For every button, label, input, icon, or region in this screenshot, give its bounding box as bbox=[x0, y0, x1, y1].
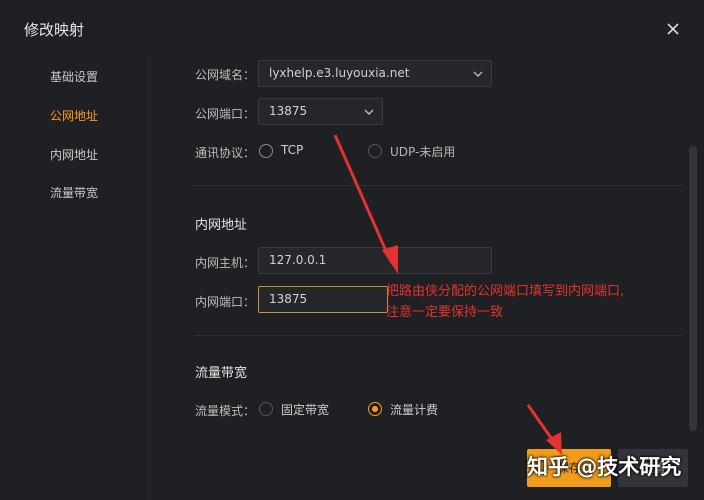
protocol-option-udp[interactable]: UDP-未启用 bbox=[368, 142, 478, 160]
protocol-option-udp-label: UDP-未启用 bbox=[390, 145, 456, 159]
protocol-option-tcp[interactable]: TCP bbox=[259, 142, 329, 160]
close-icon bbox=[667, 23, 679, 35]
radio-traffic-billing[interactable] bbox=[368, 402, 382, 416]
public-port-select[interactable]: 13875 bbox=[258, 98, 383, 125]
public-domain-select[interactable]: lyxhelp.e3.luyouxia.net bbox=[258, 60, 492, 87]
public-port-value: 13875 bbox=[269, 104, 308, 118]
chevron-down-icon bbox=[364, 107, 374, 117]
dialog-titlebar: 修改映射 bbox=[0, 0, 704, 58]
scrollbar-thumb[interactable] bbox=[689, 146, 697, 431]
zhihu-watermark: 知乎 @技术研究 bbox=[527, 455, 682, 479]
protocol-option-tcp-label: TCP bbox=[281, 143, 304, 157]
radio-udp[interactable] bbox=[368, 144, 382, 158]
annotation-text: 把路由侠分配的公网端口填写到内网端口, 注意一定要保持一致 bbox=[386, 281, 624, 323]
section-divider bbox=[193, 185, 683, 186]
internal-section-title: 内网地址 bbox=[195, 218, 248, 233]
annotation-line-2: 注意一定要保持一致 bbox=[386, 305, 504, 320]
public-port-label: 公网端口： bbox=[195, 107, 256, 121]
sidebar-item-basic-settings[interactable]: 基础设置 bbox=[50, 68, 98, 85]
bandwidth-mode-label: 流量模式： bbox=[195, 404, 256, 418]
annotation-line-1: 把路由侠分配的公网端口填写到内网端口, bbox=[386, 284, 625, 299]
internal-host-value: 127.0.0.1 bbox=[269, 253, 327, 267]
sidebar-item-internal-address[interactable]: 内网地址 bbox=[50, 146, 98, 163]
settings-content: 公网域名： lyxhelp.e3.luyouxia.net 公网端口： 1387… bbox=[149, 58, 689, 500]
settings-sidebar: 基础设置 公网地址 内网地址 流量带宽 bbox=[0, 58, 149, 500]
section-divider bbox=[193, 335, 683, 336]
internal-port-value: 13875 bbox=[269, 292, 308, 306]
chevron-down-icon bbox=[473, 69, 483, 79]
bandwidth-option-traffic[interactable]: 流量计费 bbox=[368, 400, 458, 418]
bandwidth-option-traffic-label: 流量计费 bbox=[390, 403, 439, 417]
public-domain-value: lyxhelp.e3.luyouxia.net bbox=[269, 66, 410, 80]
bandwidth-option-fixed[interactable]: 固定带宽 bbox=[259, 400, 349, 418]
sidebar-item-public-address[interactable]: 公网地址 bbox=[50, 107, 98, 124]
dialog-title: 修改映射 bbox=[24, 21, 85, 39]
internal-host-label: 内网主机： bbox=[195, 256, 256, 270]
bandwidth-section-title: 流量带宽 bbox=[195, 366, 248, 381]
sidebar-item-bandwidth[interactable]: 流量带宽 bbox=[50, 184, 98, 201]
internal-port-input[interactable]: 13875 bbox=[258, 286, 388, 313]
protocol-label: 通讯协议： bbox=[195, 146, 256, 160]
radio-tcp[interactable] bbox=[259, 144, 273, 158]
bandwidth-option-fixed-label: 固定带宽 bbox=[281, 403, 330, 417]
radio-fixed-bandwidth[interactable] bbox=[259, 402, 273, 416]
internal-host-input[interactable]: 127.0.0.1 bbox=[258, 247, 492, 274]
close-button[interactable] bbox=[660, 16, 686, 42]
internal-port-label: 内网端口： bbox=[195, 295, 256, 309]
public-domain-label: 公网域名： bbox=[195, 68, 256, 82]
edit-mapping-dialog: 修改映射 基础设置 公网地址 内网地址 流量带宽 公网域名： lyxhelp.e… bbox=[0, 0, 704, 500]
